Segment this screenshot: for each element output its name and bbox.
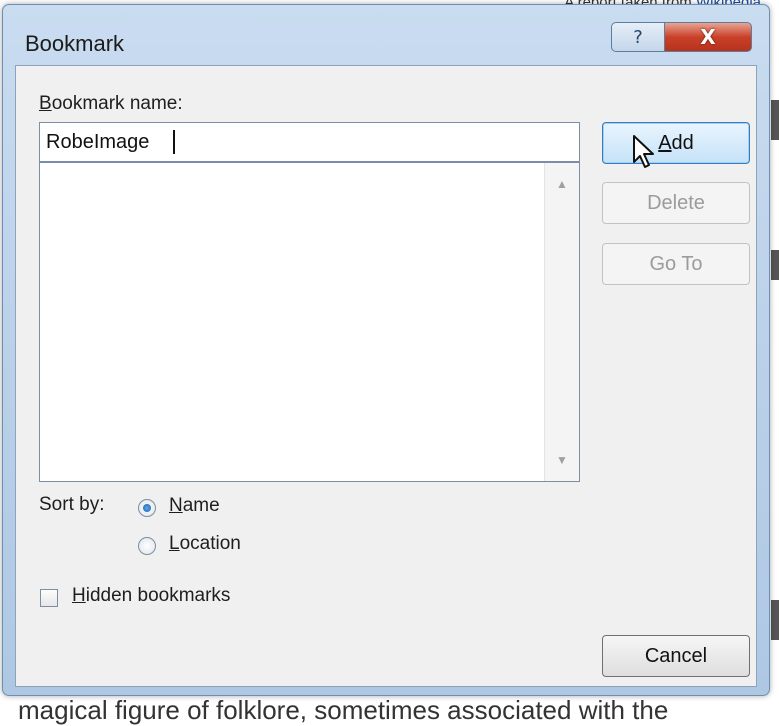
background-edge	[771, 100, 779, 140]
close-button[interactable]: X	[664, 22, 752, 52]
bookmark-list[interactable]: ▲ ▼	[39, 162, 580, 482]
bookmark-name-label: Bookmark name:	[39, 93, 183, 114]
background-document-text: magical figure of folklore, sometimes as…	[18, 695, 669, 725]
goto-button[interactable]: Go To	[602, 243, 750, 285]
bookmark-dialog: Bookmark ? X Bookmark name: ▲ ▼ Add Dele…	[2, 4, 770, 696]
delete-button[interactable]: Delete	[602, 182, 750, 224]
hidden-bookmarks-checkbox[interactable]	[40, 589, 58, 607]
background-edge	[771, 250, 779, 280]
dialog-body: Bookmark name: ▲ ▼ Add Delete Go To Sort…	[15, 65, 757, 687]
sort-name-label[interactable]: Name	[169, 495, 220, 517]
help-icon: ?	[633, 26, 643, 48]
add-button[interactable]: Add	[602, 122, 750, 164]
cancel-button[interactable]: Cancel	[602, 635, 750, 677]
help-button[interactable]: ?	[611, 22, 665, 52]
list-scrollbar[interactable]: ▲ ▼	[544, 163, 579, 481]
sort-by-label: Sort by:	[39, 494, 105, 515]
bookmark-name-input[interactable]	[39, 122, 580, 162]
sort-location-label[interactable]: Location	[169, 533, 241, 555]
sort-location-radio[interactable]	[138, 537, 156, 555]
hidden-bookmarks-label[interactable]: Hidden bookmarks	[72, 585, 230, 607]
scroll-down-icon[interactable]: ▼	[545, 443, 579, 477]
text-caret	[173, 130, 175, 154]
dialog-title: Bookmark	[25, 31, 125, 56]
scroll-up-icon[interactable]: ▲	[545, 167, 579, 201]
background-edge	[771, 600, 779, 640]
sort-name-radio[interactable]	[138, 499, 156, 517]
close-icon: X	[700, 25, 716, 49]
title-bar[interactable]: Bookmark ? X	[3, 5, 769, 65]
